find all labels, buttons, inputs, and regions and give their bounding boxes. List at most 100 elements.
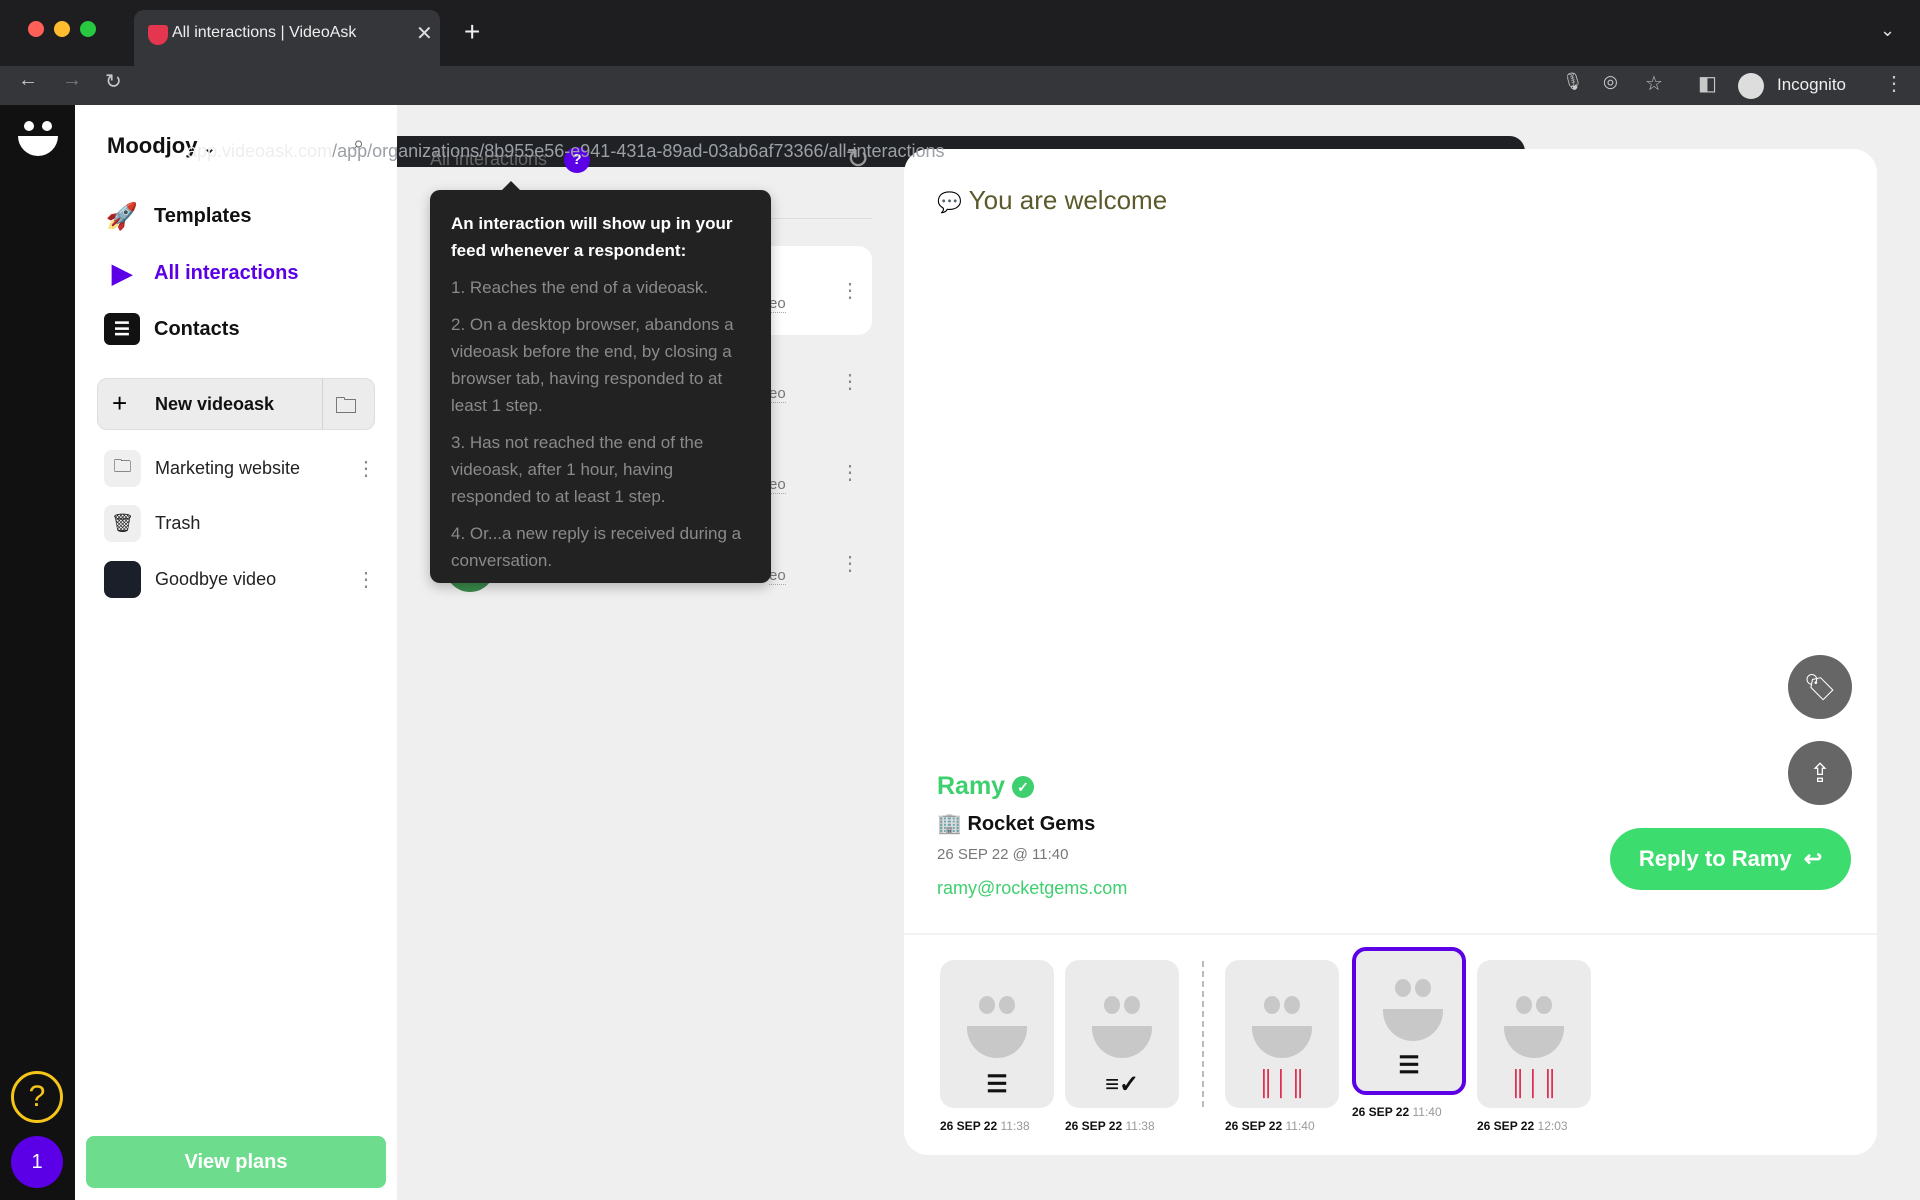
message-text: 💬 You are welcome <box>937 185 1167 216</box>
close-tab-icon[interactable]: ✕ <box>416 21 433 46</box>
new-videoask-label: New videoask <box>155 394 275 414</box>
placeholder-face-icon <box>1092 996 1152 1066</box>
company-name: Rocket Gems <box>967 813 1096 835</box>
row-snippet: eo <box>769 567 786 585</box>
tooltip-item: 4. Or...a new reply is received during a… <box>451 524 742 570</box>
url-host: app.videoask.com <box>187 141 333 161</box>
share-button[interactable]: ⇪ <box>1788 741 1852 805</box>
tooltip-item: 1. Reaches the end of a videoask. <box>451 278 709 297</box>
browser-toolbar: ← → ↻ ■ app.videoask.com /app/organizati… <box>0 66 1920 167</box>
step-time: 11:40 <box>1285 1119 1315 1133</box>
browser-menu-icon[interactable]: ⋮ <box>1884 71 1904 96</box>
folder-trash[interactable]: 🗑 Trash <box>104 505 394 542</box>
folder-icon: 🗀 <box>104 450 141 487</box>
audio-response-icon: ║│║ <box>1257 1070 1307 1097</box>
folder-label: Trash <box>155 513 201 533</box>
step-date: 26 SEP 22 <box>940 1119 998 1133</box>
reply-label: Reply to Ramy <box>1638 846 1792 871</box>
nav-label: Contacts <box>154 317 240 340</box>
forward-icon[interactable]: → <box>62 69 82 92</box>
text-response-icon: ☰ <box>1398 1052 1420 1079</box>
minimize-window-button[interactable] <box>54 21 70 37</box>
browser-tab[interactable]: All interactions | VideoAsk ✕ <box>134 10 440 66</box>
tooltip-item: 3. Has not reached the end of the videoa… <box>451 433 704 506</box>
app-rail: ? 1 <box>0 105 75 1200</box>
videoask-goodbye-video[interactable]: Goodbye video ⋮ <box>104 561 394 598</box>
help-icon[interactable]: ? <box>11 1071 63 1123</box>
company: 🏢 Rocket Gems <box>937 811 1095 836</box>
contact-name[interactable]: Ramy ✓ <box>937 772 1035 801</box>
tab-search-chevron-icon[interactable]: ⌄ <box>1880 20 1895 41</box>
browser-tab-bar: All interactions | VideoAsk ✕ + ⌄ <box>0 0 1920 66</box>
videoask-favicon-icon <box>148 25 168 45</box>
verified-check-icon: ✓ <box>1012 776 1035 799</box>
contact-name-text: Ramy <box>937 772 1006 800</box>
row-more-icon[interactable]: ⋮ <box>840 551 860 576</box>
placeholder-face-icon <box>1504 996 1564 1066</box>
step-timestamp: 26 SEP 22 12:03 <box>1477 1119 1568 1133</box>
nav-label: All interactions <box>154 261 299 284</box>
notifications-badge[interactable]: 1 <box>11 1136 63 1188</box>
contact-email[interactable]: ramy@rocketgems.com <box>937 878 1127 899</box>
new-videoask-button[interactable]: + New videoask 🗀 <box>97 378 375 430</box>
row-more-icon[interactable]: ⋮ <box>840 278 860 303</box>
org-name: Moodjoy <box>107 133 198 158</box>
row-snippet: eo <box>769 476 786 494</box>
new-folder-icon[interactable]: 🗀 <box>335 389 357 427</box>
maximize-window-button[interactable] <box>80 21 96 37</box>
videoask-logo-icon[interactable] <box>18 121 58 161</box>
step-thumbnail[interactable]: ☰ <box>940 960 1054 1108</box>
row-more-icon[interactable]: ⋮ <box>840 369 860 394</box>
placeholder-face-icon <box>1383 979 1443 1049</box>
folder-marketing-website[interactable]: 🗀 Marketing website ⋮ <box>104 450 394 487</box>
tag-icon: 🏷 <box>1803 671 1837 702</box>
step-thumbnail[interactable]: ║│║ <box>1225 960 1339 1108</box>
new-tab-button[interactable]: + <box>464 16 480 48</box>
tooltip-heading: An interaction will show up in your feed… <box>451 214 733 260</box>
nav-templates[interactable]: 🚀 Templates <box>104 200 252 232</box>
tag-button[interactable]: 🏷 <box>1788 655 1852 719</box>
eye-off-icon[interactable]: ◎ <box>1603 72 1618 92</box>
play-chat-icon: ▶ <box>112 257 132 288</box>
step-date: 26 SEP 22 <box>1065 1119 1123 1133</box>
bookmark-star-icon[interactable]: ☆ <box>1645 71 1663 96</box>
placeholder-face-icon <box>1252 996 1312 1066</box>
text-response-icon: ☰ <box>986 1071 1008 1098</box>
sidebar: Moodjoy ⌄ ⌕ 🚀 Templates ▶ All interactions… <box>75 105 397 1200</box>
view-plans-button[interactable]: View plans <box>86 1136 386 1188</box>
placeholder-face-icon <box>967 996 1027 1066</box>
back-icon[interactable]: ← <box>18 69 38 92</box>
profile-label[interactable]: Incognito <box>1777 75 1846 95</box>
panel-divider <box>904 933 1877 935</box>
reply-button[interactable]: Reply to Ramy ↩ <box>1610 828 1851 890</box>
side-panel-icon[interactable]: ◧ <box>1698 71 1717 96</box>
nav-contacts[interactable]: ☰ Contacts <box>104 313 240 345</box>
more-options-icon[interactable]: ⋮ <box>356 456 376 481</box>
reply-arrow-icon: ↩ <box>1803 846 1823 871</box>
building-icon: 🏢 <box>937 813 962 835</box>
step-timestamp: 26 SEP 22 11:40 <box>1225 1119 1315 1133</box>
step-thumbnail[interactable]: ☰ <box>1352 947 1466 1095</box>
message-content: You are welcome <box>968 185 1168 215</box>
incognito-icon <box>1738 73 1764 99</box>
more-options-icon[interactable]: ⋮ <box>356 567 376 592</box>
step-date: 26 SEP 22 <box>1225 1119 1283 1133</box>
trash-icon: 🗑 <box>104 505 141 542</box>
step-thumbnail[interactable]: ║│║ <box>1477 960 1591 1108</box>
step-time: 11:38 <box>1125 1119 1155 1133</box>
reload-icon[interactable]: ↻ <box>105 69 122 94</box>
step-separator <box>1202 961 1204 1107</box>
row-more-icon[interactable]: ⋮ <box>840 460 860 485</box>
row-snippet: eo <box>769 295 786 313</box>
nav-all-interactions[interactable]: ▶ All interactions <box>104 257 298 289</box>
step-time: 11:38 <box>1000 1119 1030 1133</box>
tooltip-item: 2. On a desktop browser, abandons a vide… <box>451 315 734 415</box>
step-thumbnail[interactable]: ≡✓ <box>1065 960 1179 1108</box>
rocket-icon: 🚀 <box>105 200 139 231</box>
contacts-icon: ☰ <box>104 313 140 345</box>
microphone-icon[interactable]: 🎙 <box>1562 72 1584 92</box>
close-window-button[interactable] <box>28 21 44 37</box>
step-timestamp: 26 SEP 22 11:38 <box>940 1119 1030 1133</box>
help-tooltip: An interaction will show up in your feed… <box>430 181 771 583</box>
videoask-label: Goodbye video <box>155 569 277 589</box>
